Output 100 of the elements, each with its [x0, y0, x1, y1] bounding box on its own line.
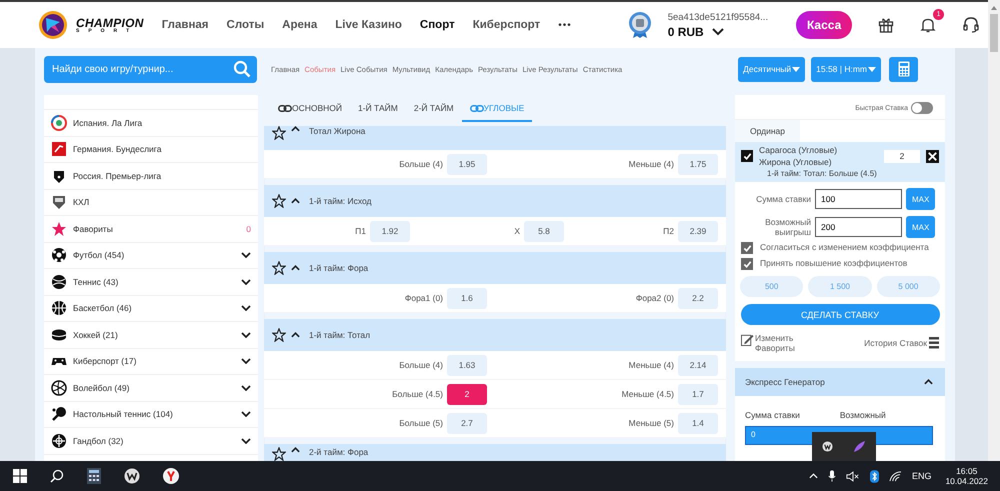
balance[interactable]: 0 RUB	[668, 24, 704, 38]
caret-icon	[868, 66, 876, 72]
star-icon[interactable]	[272, 261, 286, 275]
odds-button[interactable]: 1.63	[447, 354, 487, 376]
sidebar-item[interactable]: КХЛ	[44, 190, 258, 216]
sidebar-item[interactable]: Волейбол (49)	[44, 375, 258, 402]
more-menu[interactable]: •••	[558, 20, 572, 30]
search-icon[interactable]	[50, 469, 64, 483]
browser-icon[interactable]	[163, 468, 179, 484]
sidebar-item[interactable]: Германия. Бундеслига	[44, 136, 258, 163]
chevron-up-icon[interactable]	[291, 126, 300, 132]
odds-button[interactable]: 1.7	[678, 384, 718, 404]
sidebar-item[interactable]: Киберспорт (17)	[44, 348, 258, 375]
sidebar-item[interactable]: Россия. Премьер-лига	[44, 163, 258, 190]
quick-bet-toggle[interactable]	[911, 102, 933, 114]
odds-button[interactable]: 5.8	[524, 220, 564, 242]
odds-button[interactable]: 2.14	[678, 354, 718, 376]
checkbox[interactable]	[741, 258, 753, 270]
cashier-button[interactable]: Касса	[796, 11, 852, 39]
bell-icon[interactable]	[920, 17, 936, 33]
sidebar-item[interactable]: Гандбол (32)	[44, 428, 258, 454]
headset-icon[interactable]	[962, 16, 980, 34]
nav-link[interactable]: Киберспорт	[472, 19, 540, 31]
gift-icon[interactable]	[878, 17, 894, 33]
star-logo-icon[interactable]	[38, 10, 68, 40]
sidebar-label: Гандбол (32)	[73, 436, 124, 446]
chevron-up-icon[interactable]	[291, 332, 300, 338]
market-header[interactable]: 1-й тайм: Тотал	[264, 319, 726, 351]
chevron-up-icon[interactable]	[291, 265, 300, 271]
edit-favorites-link[interactable]: Изменить Фавориты	[741, 333, 803, 354]
microphone-icon[interactable]	[828, 470, 836, 482]
calculator-icon[interactable]	[87, 468, 101, 484]
chevron-down-icon[interactable]	[241, 384, 251, 391]
odds-button[interactable]: 1.6	[447, 288, 487, 308]
win-field[interactable]: 200	[815, 217, 902, 237]
taskbar-preview-tooltip[interactable]	[812, 432, 876, 461]
market-header[interactable]: 2-й тайм: Фора	[264, 444, 726, 461]
market-header[interactable]: Тотал Жирона	[264, 126, 726, 150]
bet-history-link[interactable]: История Ставок	[864, 337, 939, 350]
odds-button[interactable]: 2.39	[678, 220, 718, 242]
sidebar-item[interactable]: Испания. Ла Лига	[44, 110, 258, 136]
sidebar-item[interactable]: Футбол (454)	[44, 242, 258, 269]
scrollbar-thumb[interactable]	[990, 14, 998, 52]
odds-button[interactable]: 1.4	[678, 412, 718, 434]
search-field[interactable]: Найди свою игру/турнир...	[44, 56, 257, 82]
outcome-label: Больше (4)	[399, 159, 443, 169]
clock[interactable]: 16:05 10.04.2022	[945, 466, 988, 486]
odds-button[interactable]: 2.2	[678, 288, 718, 308]
nav-link[interactable]: Спорт	[420, 19, 455, 31]
chevron-down-icon[interactable]	[712, 28, 724, 36]
avatar-icon[interactable]	[628, 11, 652, 39]
bluetooth-icon[interactable]	[870, 470, 879, 482]
market-tab[interactable]: ОСНОВНОЙ	[270, 103, 350, 122]
market-tab[interactable]: 1-Й ТАЙМ	[350, 103, 406, 122]
bet-type-tab[interactable]: Ординар	[735, 120, 800, 142]
odds-button[interactable]: 2.7	[447, 412, 487, 434]
language-indicator[interactable]: ENG	[912, 471, 932, 481]
odds-button[interactable]: 1.75	[678, 154, 718, 174]
nav-link[interactable]: Главная	[162, 19, 209, 31]
checkbox[interactable]	[741, 150, 753, 162]
sidebar-item[interactable]: Настольный теннис (104)	[44, 402, 258, 428]
star-icon[interactable]	[272, 126, 286, 140]
sidebar-item[interactable]: Хоккей (21)	[44, 322, 258, 348]
express-generator-header[interactable]: Экспресс Генератор	[735, 368, 945, 396]
chevron-down-icon[interactable]	[241, 358, 251, 364]
sidebar-item[interactable]: Теннис (43)	[44, 269, 258, 296]
sidebar-item[interactable]: Баскетбол (46)	[44, 296, 258, 322]
odds-button[interactable]: 1.92	[370, 220, 410, 242]
wolf-app-icon[interactable]	[124, 468, 140, 484]
nav-link[interactable]: Live Казино	[335, 19, 402, 31]
odds-field[interactable]: 2	[884, 150, 920, 162]
star-icon[interactable]	[272, 194, 286, 208]
star-icon[interactable]	[272, 328, 286, 342]
market-tab[interactable]: 2-Й ТАЙМ	[406, 103, 462, 122]
market-header[interactable]: 1-й тайм: Фора	[264, 252, 726, 284]
start-icon[interactable]	[13, 469, 27, 483]
chevron-down-icon[interactable]	[241, 305, 251, 312]
close-icon[interactable]	[926, 150, 939, 162]
market-header[interactable]: 1-й тайм: Исход	[264, 185, 726, 217]
checkbox[interactable]	[741, 242, 753, 254]
chevron-down-icon[interactable]	[241, 278, 251, 285]
calculator-button[interactable]	[889, 56, 918, 82]
chevron-up-icon[interactable]	[924, 379, 933, 386]
odds-button[interactable]: 2	[447, 384, 487, 404]
sidebar-item[interactable]: Фавориты 0	[44, 216, 258, 242]
nav-link[interactable]: Слоты	[226, 19, 264, 31]
chevron-down-icon[interactable]	[241, 438, 251, 444]
chevron-down-icon[interactable]	[241, 332, 251, 338]
scroll-up-icon[interactable]	[991, 6, 997, 10]
chevron-down-icon[interactable]	[241, 411, 251, 418]
star-icon[interactable]	[272, 447, 286, 461]
chevron-down-icon[interactable]	[241, 252, 251, 258]
volume-muted-icon[interactable]	[846, 470, 860, 482]
chevron-up-icon[interactable]	[291, 198, 300, 204]
odds-button[interactable]: 1.95	[447, 154, 487, 174]
chevron-up-icon[interactable]	[291, 447, 300, 453]
stake-field[interactable]: 100	[815, 189, 902, 209]
scrollbar[interactable]	[988, 0, 1000, 461]
nav-link[interactable]: Арена	[282, 19, 318, 31]
wifi-icon[interactable]	[888, 470, 902, 482]
